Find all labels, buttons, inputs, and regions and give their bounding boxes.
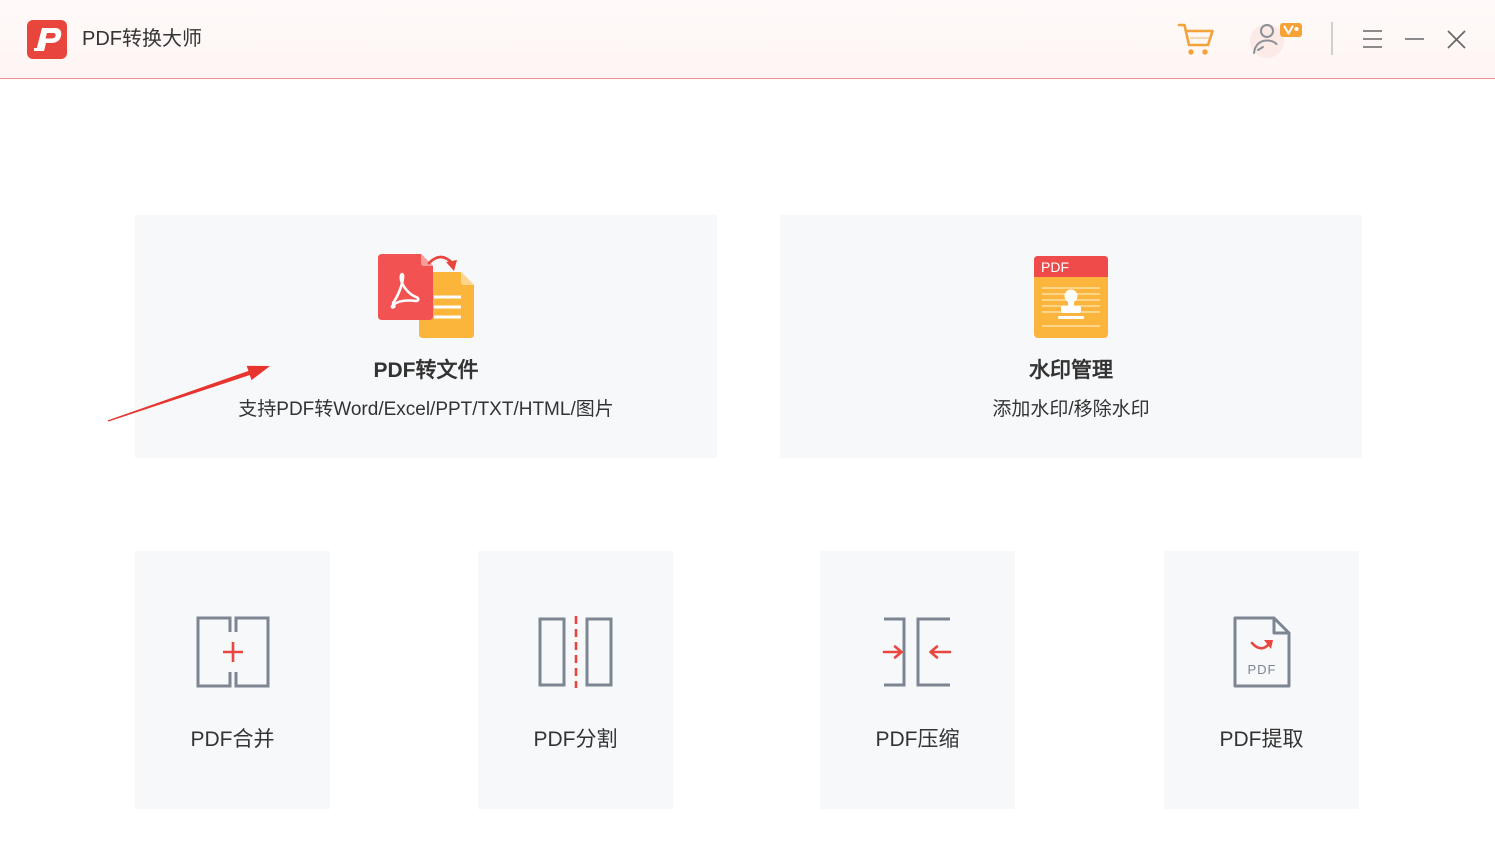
watermark-card[interactable]: PDF 水印管理 添加水印/移除水印 — [780, 215, 1362, 458]
tool-label: PDF分割 — [533, 728, 618, 751]
tool-label: PDF压缩 — [875, 728, 960, 751]
merge-icon — [196, 616, 270, 688]
app-title: PDF转换大师 — [82, 28, 202, 50]
card-title: PDF转文件 — [373, 359, 479, 382]
cart-icon[interactable] — [1177, 21, 1215, 57]
extract-icon-label: PDF — [1248, 662, 1277, 677]
tool-label: PDF合并 — [190, 728, 275, 751]
card-subtitle: 支持PDF转Word/Excel/PPT/TXT/HTML/图片 — [238, 399, 614, 420]
title-bar: PDF转换大师 — [0, 0, 1495, 79]
pdf-compress-card[interactable]: PDF压缩 — [820, 551, 1015, 809]
minimize-icon[interactable] — [1404, 33, 1426, 45]
watermark-icon: PDF — [1034, 256, 1108, 338]
menu-icon[interactable] — [1362, 29, 1384, 49]
tool-label: PDF提取 — [1219, 728, 1304, 751]
pdf-to-file-icon — [378, 254, 474, 338]
pdf-to-file-card[interactable]: PDF转文件 支持PDF转Word/Excel/PPT/TXT/HTML/图片 — [135, 215, 717, 458]
close-icon[interactable] — [1446, 29, 1468, 51]
watermark-icon-label: PDF — [1041, 259, 1069, 275]
split-icon — [538, 616, 613, 688]
pdf-merge-card[interactable]: PDF合并 — [135, 551, 330, 809]
extract-icon: PDF — [1233, 616, 1291, 688]
titlebar-divider — [1331, 22, 1333, 55]
compress-icon — [882, 617, 952, 687]
app-logo-icon — [27, 20, 67, 59]
card-title: 水印管理 — [1029, 359, 1113, 382]
card-subtitle: 添加水印/移除水印 — [992, 399, 1150, 420]
pdf-extract-card[interactable]: PDF PDF提取 — [1164, 551, 1359, 809]
user-vip-icon[interactable] — [1246, 20, 1304, 58]
pdf-split-card[interactable]: PDF分割 — [478, 551, 673, 809]
